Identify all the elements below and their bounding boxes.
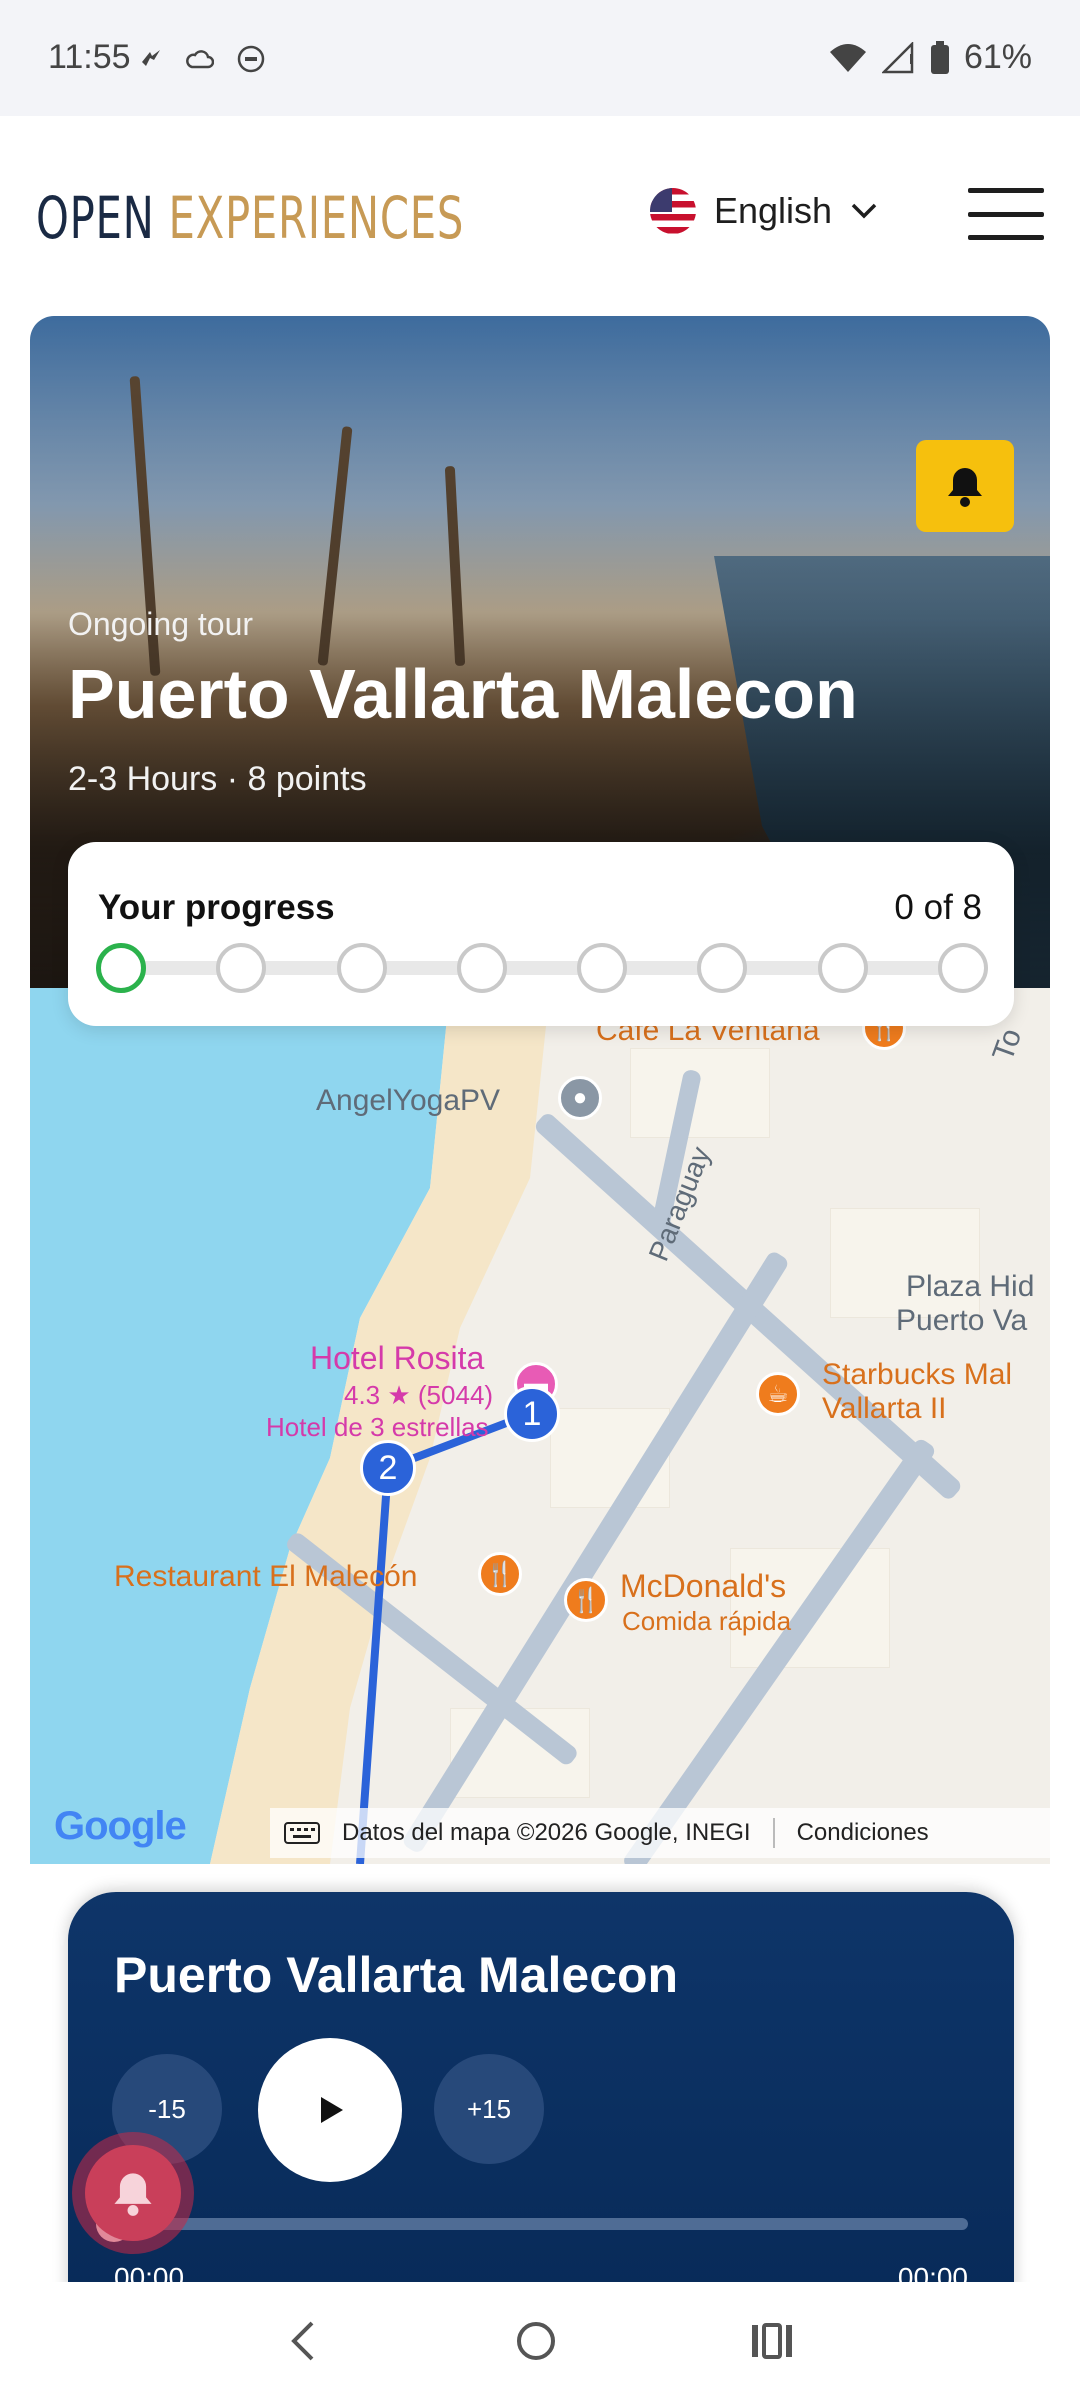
audio-player: Puerto Vallarta Malecon -15 +15 00:00 00… [68,1892,1014,2312]
google-logo-text: Google [54,1804,187,1848]
map-label-hotel-rating: 4.3 ★ (5044) [344,1380,494,1410]
map-label-plaza-1: Plaza Hid [906,1270,1035,1303]
logo-experiences-text: EXPERIENCES [168,184,465,252]
app-notification-icon [142,50,160,66]
signal-icon [881,41,914,73]
us-flag-icon [650,188,696,234]
floating-notification-button[interactable] [72,2132,194,2254]
player-progress-bar[interactable] [114,2218,968,2230]
tour-title: Puerto Vallarta Malecon [68,655,858,733]
restaurant-pin-icon[interactable]: 🍴 [564,1578,608,1622]
forward-15-button[interactable]: +15 [434,2054,544,2164]
play-icon [321,2097,343,2123]
map-label-hotel: Hotel Rosita [310,1340,485,1376]
notification-bell-button[interactable] [916,440,1014,532]
map-label-starbucks-2: Vallarta II [822,1392,947,1425]
chevron-down-icon [851,203,877,219]
map-label-yoga: AngelYogaPV [316,1084,501,1117]
progress-count: 0 of 8 [894,888,982,927]
menu-line [968,211,1044,217]
bell-icon [948,468,982,507]
menu-line [968,188,1044,193]
map-terms-link[interactable]: Condiciones [797,1819,929,1847]
cloud-icon [186,50,214,69]
progress-step-dot [577,943,628,993]
recents-icon[interactable] [748,2317,796,2365]
map-label-mcdonalds-type: Comida rápida [622,1606,792,1636]
player-title: Puerto Vallarta Malecon [114,1947,679,2003]
back-icon[interactable] [284,2317,324,2365]
status-system-icons: 61% [828,38,1032,77]
attribution-divider [772,1818,775,1848]
hamburger-menu-icon[interactable] [968,188,1044,240]
progress-step-dot [216,943,267,993]
circle-app-icon [237,45,265,73]
coffee-pin-icon[interactable]: ☕ [756,1372,800,1416]
progress-card: Your progress 0 of 8 [68,842,1014,1026]
map-label-restaurant: Restaurant El Malecón [114,1560,418,1593]
battery-percent: 61% [963,38,1032,76]
progress-step-dot [697,943,748,993]
app-header: OPEN EXPERIENCES English [0,116,1080,316]
tour-map[interactable]: Cafe La Ventana 🍴 AngelYogaPV ● Paraguay… [30,988,1050,1864]
map-label-mcdonalds: McDonald's [620,1568,787,1604]
language-selector[interactable]: English [650,188,878,234]
logo-open-text: OPEN [36,184,155,252]
ongoing-tour-label: Ongoing tour [68,606,254,642]
status-time: 11:55 [48,38,131,76]
tour-meta: 2-3 Hours · 8 points [68,760,367,798]
map-label-plaza-2: Puerto Va [896,1304,1028,1337]
status-bar: 11:55 61% [0,0,1080,116]
tour-stop-marker-2[interactable]: 2 [360,1440,416,1496]
play-button[interactable] [258,2038,402,2182]
restaurant-pin-icon[interactable]: 🍴 [478,1552,522,1596]
progress-step-dot [938,943,988,993]
map-attribution-text: Datos del mapa ©2026 Google, INEGI [342,1819,751,1846]
map-attribution-bar: Datos del mapa ©2026 Google, INEGI Condi… [270,1808,1050,1858]
progress-step-dot [817,943,868,993]
progress-step-dot [96,943,146,993]
bell-icon [114,2173,152,2216]
language-label: English [714,190,833,231]
map-label-hotel-type: Hotel de 3 estrellas [266,1412,489,1442]
map-label-starbucks-1: Starbucks Mal [822,1358,1013,1391]
google-logo: Google [54,1804,187,1849]
menu-line [968,235,1044,240]
keyboard-icon[interactable] [284,1821,320,1845]
battery-icon [930,40,949,74]
system-navigation-bar [0,2282,1080,2400]
place-pin-icon[interactable]: ● [558,1076,602,1120]
open-experiences-logo[interactable]: OPEN EXPERIENCES [36,184,464,252]
status-notification-icons [138,44,266,74]
progress-title: Your progress [98,888,335,927]
progress-step-dot [456,943,507,993]
wifi-icon [829,43,866,72]
progress-step-dot [336,943,387,993]
tour-stop-marker-1[interactable]: 1 [504,1386,560,1442]
home-icon[interactable] [512,2317,560,2365]
floating-notification-inner [85,2145,181,2241]
